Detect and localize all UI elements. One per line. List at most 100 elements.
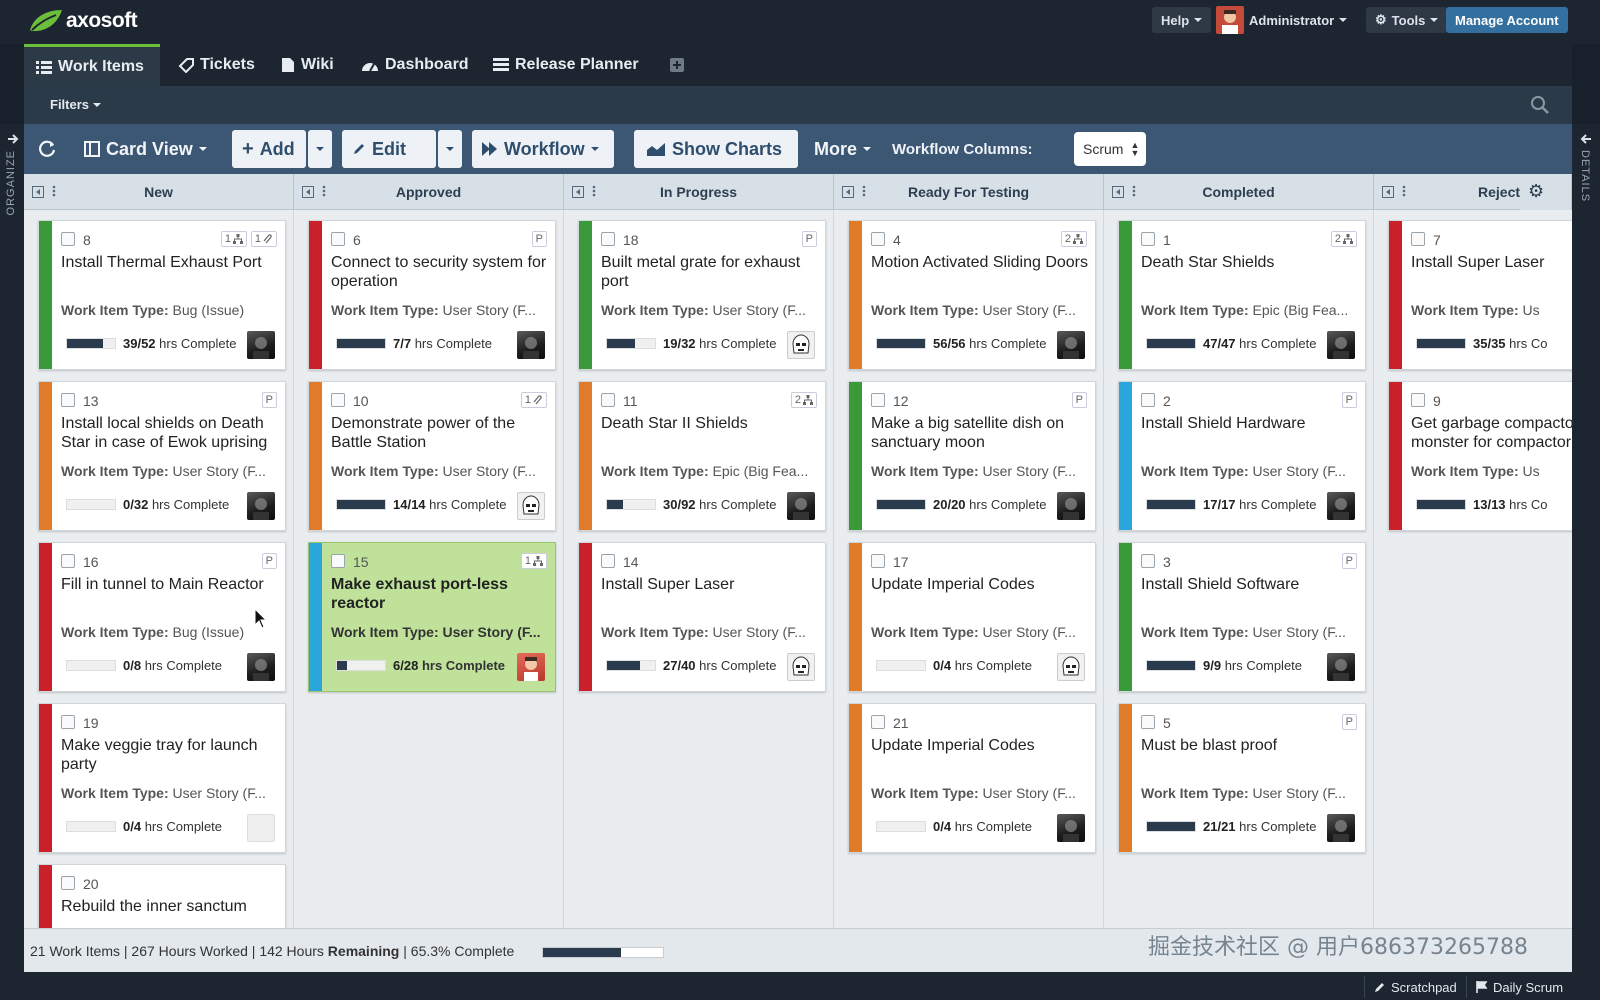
edit-button[interactable]: Edit bbox=[342, 130, 436, 168]
work-item-card[interactable]: 2 P Install Shield Hardware Work Item Type:… bbox=[1118, 381, 1366, 531]
item-title[interactable]: Install local shields on Death Star in c… bbox=[61, 414, 281, 452]
card-checkbox[interactable] bbox=[871, 715, 885, 729]
manage-account-button[interactable]: Manage Account bbox=[1446, 7, 1568, 33]
show-charts-button[interactable]: Show Charts bbox=[634, 130, 798, 168]
work-item-card[interactable]: 8 1 1 Install Thermal Exhaust Port Work Item… bbox=[38, 220, 286, 370]
work-item-card[interactable]: 12 P Make a big satellite dish on sanctuar… bbox=[848, 381, 1096, 531]
card-checkbox[interactable] bbox=[871, 232, 885, 246]
work-item-card[interactable]: 4 2 Motion Activated Sliding Doors Work Ite… bbox=[848, 220, 1096, 370]
item-title[interactable]: Fill in tunnel to Main Reactor bbox=[61, 575, 281, 594]
work-item-card[interactable]: 19 Make veggie tray for launch party Work … bbox=[38, 703, 286, 853]
item-title[interactable]: Death Star Shields bbox=[1141, 253, 1361, 272]
item-title[interactable]: Update Imperial Codes bbox=[871, 736, 1091, 755]
card-checkbox[interactable] bbox=[871, 393, 885, 407]
item-title[interactable]: Install Thermal Exhaust Port bbox=[61, 253, 281, 272]
work-item-card[interactable]: 3 P Install Shield Software Work Item Type:… bbox=[1118, 542, 1366, 692]
card-checkbox[interactable] bbox=[61, 715, 75, 729]
tab-wiki[interactable]: Wiki bbox=[271, 44, 344, 86]
work-item-card[interactable]: 10 1 Demonstrate power of the Battle Stati… bbox=[308, 381, 556, 531]
item-title[interactable]: Update Imperial Codes bbox=[871, 575, 1091, 594]
item-title[interactable]: Connect to security system for operation bbox=[331, 253, 551, 291]
card-view-dropdown[interactable]: Card View bbox=[78, 130, 213, 168]
work-item-card[interactable]: 15 1 Make exhaust port-less reactor Work It… bbox=[308, 542, 556, 692]
item-title[interactable]: Death Star II Shields bbox=[601, 414, 821, 433]
card-checkbox[interactable] bbox=[61, 393, 75, 407]
item-title[interactable]: Get garbage compactor monster for compac… bbox=[1411, 414, 1572, 452]
item-id: 3 bbox=[1163, 554, 1171, 570]
item-title[interactable]: Make exhaust port-less reactor bbox=[331, 575, 551, 613]
work-item-card[interactable]: 14 Install Super Laser Work Item Type: Use… bbox=[578, 542, 826, 692]
card-checkbox[interactable] bbox=[601, 554, 615, 568]
tab-work-items[interactable]: Work Items bbox=[24, 44, 160, 86]
add-dropdown-button[interactable] bbox=[308, 130, 332, 168]
card-checkbox[interactable] bbox=[1411, 232, 1425, 246]
tab-release-planner[interactable]: Release Planner bbox=[483, 44, 649, 86]
card-checkbox[interactable] bbox=[61, 232, 75, 246]
item-title[interactable]: Install Super Laser bbox=[1411, 253, 1572, 272]
add-button[interactable]: + Add bbox=[232, 130, 306, 168]
edit-dropdown-button[interactable] bbox=[438, 130, 462, 168]
axosoft-logo[interactable]: axosoft bbox=[28, 6, 138, 36]
tools-button[interactable]: ⚙ Tools bbox=[1366, 7, 1448, 33]
work-item-type-label: Work Item Type: bbox=[1141, 302, 1249, 318]
item-title[interactable]: Demonstrate power of the Battle Station bbox=[331, 414, 551, 452]
work-item-card[interactable]: 16 P Fill in tunnel to Main Reactor Work It… bbox=[38, 542, 286, 692]
hours-complete: 6/28 hrs Complete bbox=[393, 658, 505, 673]
item-title[interactable]: Built metal grate for exhaust port bbox=[601, 253, 821, 291]
daily-scrum-button[interactable]: Daily Scrum bbox=[1466, 976, 1572, 998]
item-title[interactable]: Make veggie tray for launch party bbox=[61, 736, 281, 774]
card-checkbox[interactable] bbox=[1411, 393, 1425, 407]
refresh-button[interactable] bbox=[38, 130, 58, 168]
card-checkbox[interactable] bbox=[601, 232, 615, 246]
item-title[interactable]: Install Shield Hardware bbox=[1141, 414, 1361, 433]
item-title[interactable]: Install Shield Software bbox=[1141, 575, 1361, 594]
card-checkbox[interactable] bbox=[61, 554, 75, 568]
item-title[interactable]: Rebuild the inner sanctum bbox=[61, 897, 281, 916]
scratchpad-button[interactable]: Scratchpad bbox=[1364, 976, 1466, 998]
card-checkbox[interactable] bbox=[61, 876, 75, 890]
work-item-card[interactable]: 20 Rebuild the inner sanctum bbox=[38, 864, 286, 928]
card-checkbox[interactable] bbox=[1141, 393, 1155, 407]
work-item-card[interactable]: 1 2 Death Star Shields Work Item Type: Epic… bbox=[1118, 220, 1366, 370]
work-item-card[interactable]: 5 P Must be blast proof Work Item Type: Use… bbox=[1118, 703, 1366, 853]
card-checkbox[interactable] bbox=[601, 393, 615, 407]
column-header: Approved bbox=[294, 174, 564, 210]
work-item-card[interactable]: 18 P Built metal grate for exhaust port Wor… bbox=[578, 220, 826, 370]
search-icon[interactable] bbox=[1530, 95, 1550, 115]
card-checkbox[interactable] bbox=[331, 232, 345, 246]
work-item-card[interactable]: 7 Install Super Laser Work Item Type: Us 35… bbox=[1388, 220, 1572, 370]
tab-tickets[interactable]: Tickets bbox=[168, 44, 265, 86]
card-checkbox[interactable] bbox=[1141, 554, 1155, 568]
organize-panel-toggle[interactable]: ORGANIZE bbox=[0, 124, 24, 1000]
more-dropdown[interactable]: More bbox=[808, 130, 877, 168]
add-tab-button[interactable] bbox=[660, 44, 694, 86]
card-checkbox[interactable] bbox=[871, 554, 885, 568]
column-settings-icon[interactable]: ⚙ bbox=[1520, 174, 1571, 210]
card-checkbox[interactable] bbox=[1141, 232, 1155, 246]
item-title[interactable]: Must be blast proof bbox=[1141, 736, 1361, 755]
card-badge: P bbox=[261, 392, 277, 408]
work-item-card[interactable]: 11 2 Death Star II Shields Work Item Type: … bbox=[578, 381, 826, 531]
card-checkbox[interactable] bbox=[331, 393, 345, 407]
priority-color-bar bbox=[39, 543, 52, 691]
card-checkbox[interactable] bbox=[1141, 715, 1155, 729]
details-panel-toggle[interactable]: DETAILS bbox=[1572, 124, 1600, 1000]
tab-dashboard[interactable]: Dashboard bbox=[351, 44, 479, 86]
work-items-count: 21 Work Items bbox=[30, 943, 120, 959]
work-item-card[interactable]: 21 Update Imperial Codes Work Item Type: U… bbox=[848, 703, 1096, 853]
work-item-card[interactable]: 13 P Install local shields on Death Star i… bbox=[38, 381, 286, 531]
filters-dropdown[interactable]: Filters bbox=[50, 97, 102, 112]
workflow-columns-select[interactable]: Scrum ▲ ▼ bbox=[1074, 132, 1146, 166]
drag-handle-icon[interactable] bbox=[1402, 185, 1406, 197]
card-checkbox[interactable] bbox=[331, 554, 345, 568]
item-title[interactable]: Install Super Laser bbox=[601, 575, 821, 594]
collapse-column-icon[interactable] bbox=[1382, 186, 1394, 198]
user-menu[interactable]: Administrator bbox=[1216, 6, 1348, 34]
work-item-card[interactable]: 17 Update Imperial Codes Work Item Type: U… bbox=[848, 542, 1096, 692]
item-title[interactable]: Motion Activated Sliding Doors bbox=[871, 253, 1091, 272]
item-title[interactable]: Make a big satellite dish on sanctuary m… bbox=[871, 414, 1091, 452]
workflow-dropdown[interactable]: Workflow bbox=[472, 130, 614, 168]
help-button[interactable]: Help bbox=[1152, 7, 1212, 33]
work-item-card[interactable]: 9 Get garbage compactor monster for compa… bbox=[1388, 381, 1572, 531]
work-item-card[interactable]: 6 P Connect to security system for operati… bbox=[308, 220, 556, 370]
